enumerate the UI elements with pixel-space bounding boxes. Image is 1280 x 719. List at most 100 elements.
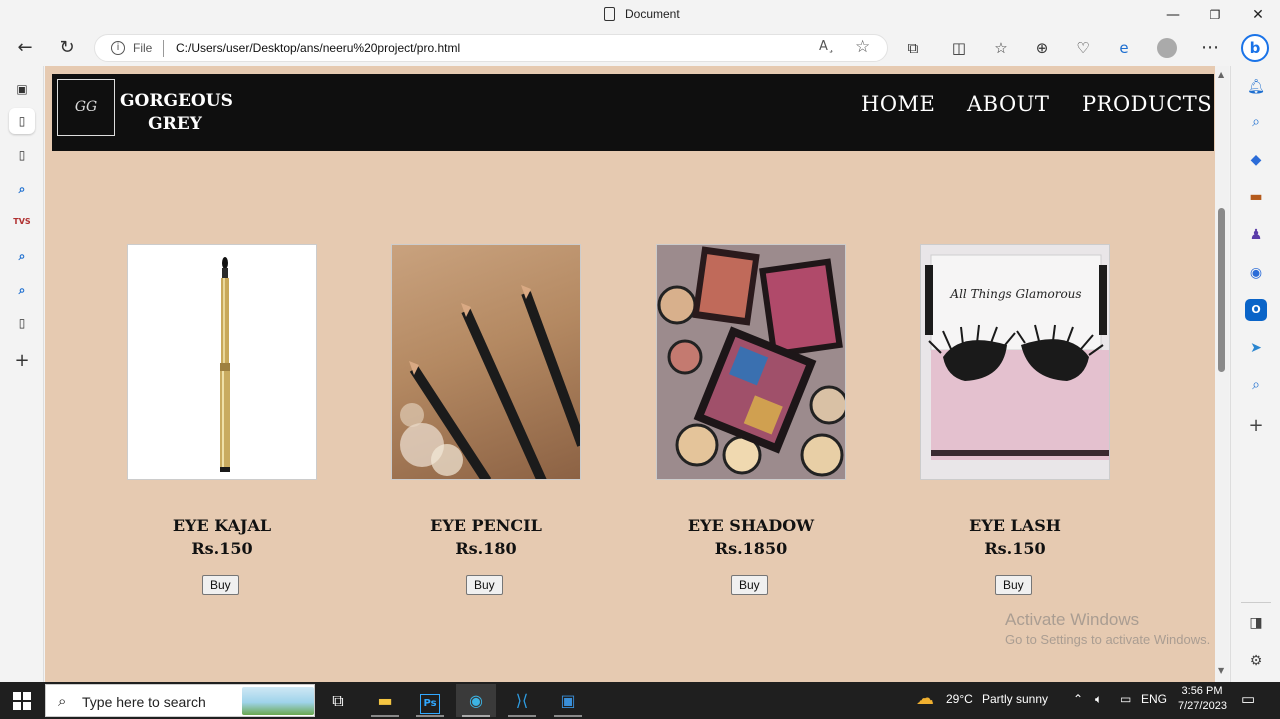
- vscode-icon[interactable]: ⟩⟨: [502, 684, 542, 717]
- activate-line-1: Activate Windows: [1005, 610, 1140, 629]
- brand-line-1: GORGEOUS: [120, 91, 233, 111]
- office-icon[interactable]: ◉: [1245, 262, 1267, 284]
- info-icon[interactable]: i: [111, 41, 125, 55]
- taskbar-search-box[interactable]: ⌕ Type here to search: [45, 684, 315, 717]
- search-icon[interactable]: ⌕: [1245, 111, 1267, 133]
- favorite-star-icon[interactable]: ☆: [855, 37, 870, 57]
- edge-icon[interactable]: ◉: [456, 684, 496, 717]
- minimize-button[interactable]: —: [1158, 4, 1188, 26]
- tab-search-2[interactable]: ⌕: [9, 243, 35, 269]
- notifications-icon[interactable]: 🔔︎: [1245, 76, 1267, 98]
- vertical-tabs-sidebar: ▣ ▯ ▯ ⌕ TVS ⌕ ⌕ ▯ +: [0, 66, 44, 682]
- hide-sidebar-icon[interactable]: ◨: [1245, 612, 1267, 634]
- edge-feature-icon[interactable]: e: [1111, 36, 1137, 60]
- sidebar-search-icon[interactable]: ⌕: [1245, 374, 1267, 396]
- product-name: EYE LASH: [969, 516, 1061, 535]
- document-icon: [604, 7, 615, 21]
- kajal-pen-illustration: [220, 257, 230, 472]
- games-icon[interactable]: ♟︎: [1245, 224, 1267, 246]
- brand-line-2: GREY: [148, 114, 202, 134]
- add-sidebar-app-icon[interactable]: +: [1245, 415, 1267, 437]
- browser-toolbar: ← ↻ i File C:/Users/user/Desktop/ans/nee…: [0, 30, 1280, 66]
- sidebar-settings-icon[interactable]: ⚙︎: [1245, 650, 1267, 672]
- product-image-lash[interactable]: All Things Glamorous: [920, 244, 1110, 480]
- tab-actions-icon[interactable]: ▣: [9, 76, 35, 102]
- product-name: EYE SHADOW: [687, 516, 815, 535]
- back-icon[interactable]: ←: [12, 36, 38, 60]
- lash-box-text: All Things Glamorous: [950, 287, 1082, 301]
- extensions-icon[interactable]: ⧉: [900, 36, 926, 60]
- send-icon[interactable]: ➤: [1245, 337, 1267, 359]
- photoshop-icon[interactable]: Ps: [410, 684, 450, 717]
- site-navbar: GG GORGEOUS GREY HOME ABOUT PRODUCTS: [52, 74, 1214, 151]
- photos-icon[interactable]: ▣: [548, 684, 588, 717]
- weather-icon[interactable]: ☁︎: [916, 688, 934, 709]
- more-options-icon[interactable]: ⋯: [1197, 36, 1223, 60]
- product-price: Rs.180: [455, 539, 517, 558]
- product-price: Rs.150: [984, 539, 1046, 558]
- address-bar[interactable]: i File C:/Users/user/Desktop/ans/neeru%2…: [94, 34, 888, 62]
- tab-document-2[interactable]: ▯: [9, 310, 35, 336]
- product-price: Rs.1850: [714, 539, 788, 558]
- task-view-icon[interactable]: ⧉: [318, 684, 358, 717]
- volume-icon[interactable]: 🔈︎: [1095, 692, 1102, 707]
- weather-temp[interactable]: 29°C: [946, 692, 973, 706]
- network-icon[interactable]: ▭: [1120, 692, 1131, 706]
- tab-search-1[interactable]: ⌕: [9, 176, 35, 202]
- close-button[interactable]: ✕: [1243, 4, 1273, 26]
- profile-avatar[interactable]: [1154, 36, 1180, 60]
- tools-icon[interactable]: ▬: [1245, 186, 1267, 208]
- url-text[interactable]: C:/Users/user/Desktop/ans/neeru%20projec…: [176, 41, 460, 55]
- restore-button[interactable]: ❐: [1200, 4, 1230, 26]
- collections-icon[interactable]: ⊕: [1029, 36, 1055, 60]
- outlook-icon[interactable]: O: [1245, 299, 1267, 321]
- buy-button[interactable]: Buy: [466, 575, 503, 595]
- product-image-kajal[interactable]: [127, 244, 317, 480]
- brand-logo[interactable]: GG: [57, 79, 115, 136]
- sidebar-divider: [1241, 602, 1271, 603]
- show-hidden-icons-icon[interactable]: ⌃: [1073, 692, 1083, 706]
- read-aloud-icon[interactable]: A¸: [819, 39, 834, 54]
- nav-products[interactable]: PRODUCTS: [1082, 92, 1212, 116]
- activate-windows-watermark: Activate Windows Go to Settings to activ…: [1005, 610, 1210, 647]
- scroll-down-arrow[interactable]: ▼: [1218, 666, 1224, 675]
- product-image-shadow[interactable]: [656, 244, 846, 480]
- windows-start-icon[interactable]: [13, 692, 31, 710]
- vertical-scrollbar[interactable]: ▲ ▼: [1215, 66, 1229, 682]
- scrollbar-thumb[interactable]: [1218, 208, 1225, 372]
- weather-desc[interactable]: Partly sunny: [982, 692, 1048, 706]
- language-indicator[interactable]: ENG: [1141, 692, 1167, 706]
- tab-search-3[interactable]: ⌕: [9, 277, 35, 303]
- pencils-illustration: [400, 285, 580, 479]
- buy-button[interactable]: Buy: [202, 575, 239, 595]
- buy-button[interactable]: Buy: [731, 575, 768, 595]
- tab-site-icon[interactable]: TVS: [9, 209, 35, 235]
- activate-line-2: Go to Settings to activate Windows.: [1005, 632, 1211, 647]
- split-screen-icon[interactable]: ◫: [946, 36, 972, 60]
- page-viewport: GG GORGEOUS GREY HOME ABOUT PRODUCTS EYE…: [45, 66, 1215, 682]
- taskbar-search-placeholder: Type here to search: [82, 694, 206, 710]
- scroll-up-arrow[interactable]: ▲: [1218, 70, 1224, 79]
- notification-center-icon[interactable]: ▭: [1241, 690, 1255, 708]
- new-tab-icon[interactable]: +: [9, 348, 35, 374]
- favorites-icon[interactable]: ☆: [988, 36, 1014, 60]
- tab-document-active[interactable]: ▯: [9, 108, 35, 134]
- shopping-tag-icon[interactable]: ◆: [1245, 149, 1267, 171]
- tab-document[interactable]: ▯: [9, 142, 35, 168]
- refresh-icon[interactable]: ↻: [54, 36, 80, 60]
- edge-sidebar: 🔔︎ ⌕ ◆ ▬ ♟︎ ◉ O ➤ ⌕ + ◨ ⚙︎: [1230, 66, 1280, 682]
- search-icon: ⌕: [58, 692, 67, 710]
- nav-about[interactable]: ABOUT: [967, 92, 1049, 116]
- clock[interactable]: 3:56 PM 7/27/2023: [1178, 685, 1227, 712]
- product-name: EYE PENCIL: [430, 516, 542, 535]
- bing-chat-icon[interactable]: b: [1241, 34, 1269, 62]
- browser-essentials-icon[interactable]: ♡: [1070, 36, 1096, 60]
- brand-name: GORGEOUS GREY: [120, 90, 233, 136]
- clock-time: 3:56 PM: [1181, 685, 1223, 697]
- buy-button[interactable]: Buy: [995, 575, 1032, 595]
- product-name: EYE KAJAL: [172, 516, 272, 535]
- file-explorer-icon[interactable]: ▬: [365, 684, 405, 717]
- nav-home[interactable]: HOME: [861, 92, 935, 116]
- address-separator: [163, 40, 164, 57]
- product-image-pencil[interactable]: [391, 244, 581, 480]
